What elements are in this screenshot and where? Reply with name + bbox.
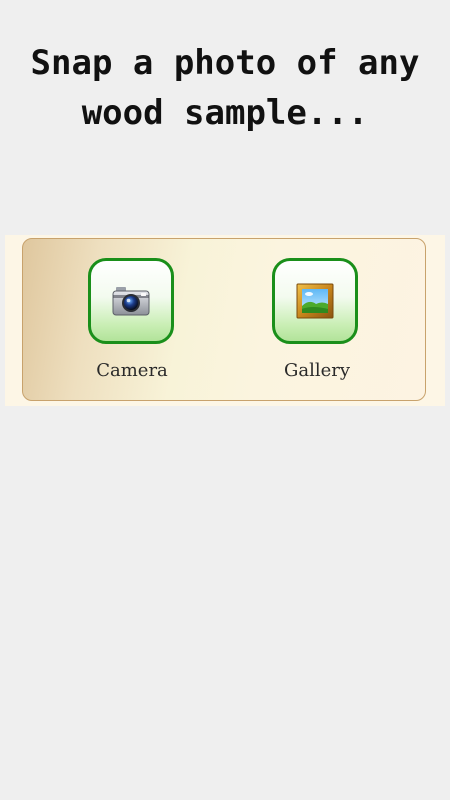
headline-line-1: Snap a photo of any (30, 43, 420, 83)
headline-line-2: wood sample... (81, 93, 369, 133)
gallery-button[interactable] (272, 258, 358, 344)
gallery-label: Gallery (283, 360, 351, 381)
camera-label: Camera (96, 360, 168, 381)
camera-icon (112, 287, 150, 316)
camera-button[interactable] (88, 258, 174, 344)
screen: Snap a photo of any wood sample... Camer… (0, 0, 450, 800)
picture-frame-icon (296, 283, 334, 319)
headline: Snap a photo of any wood sample... (0, 38, 450, 138)
